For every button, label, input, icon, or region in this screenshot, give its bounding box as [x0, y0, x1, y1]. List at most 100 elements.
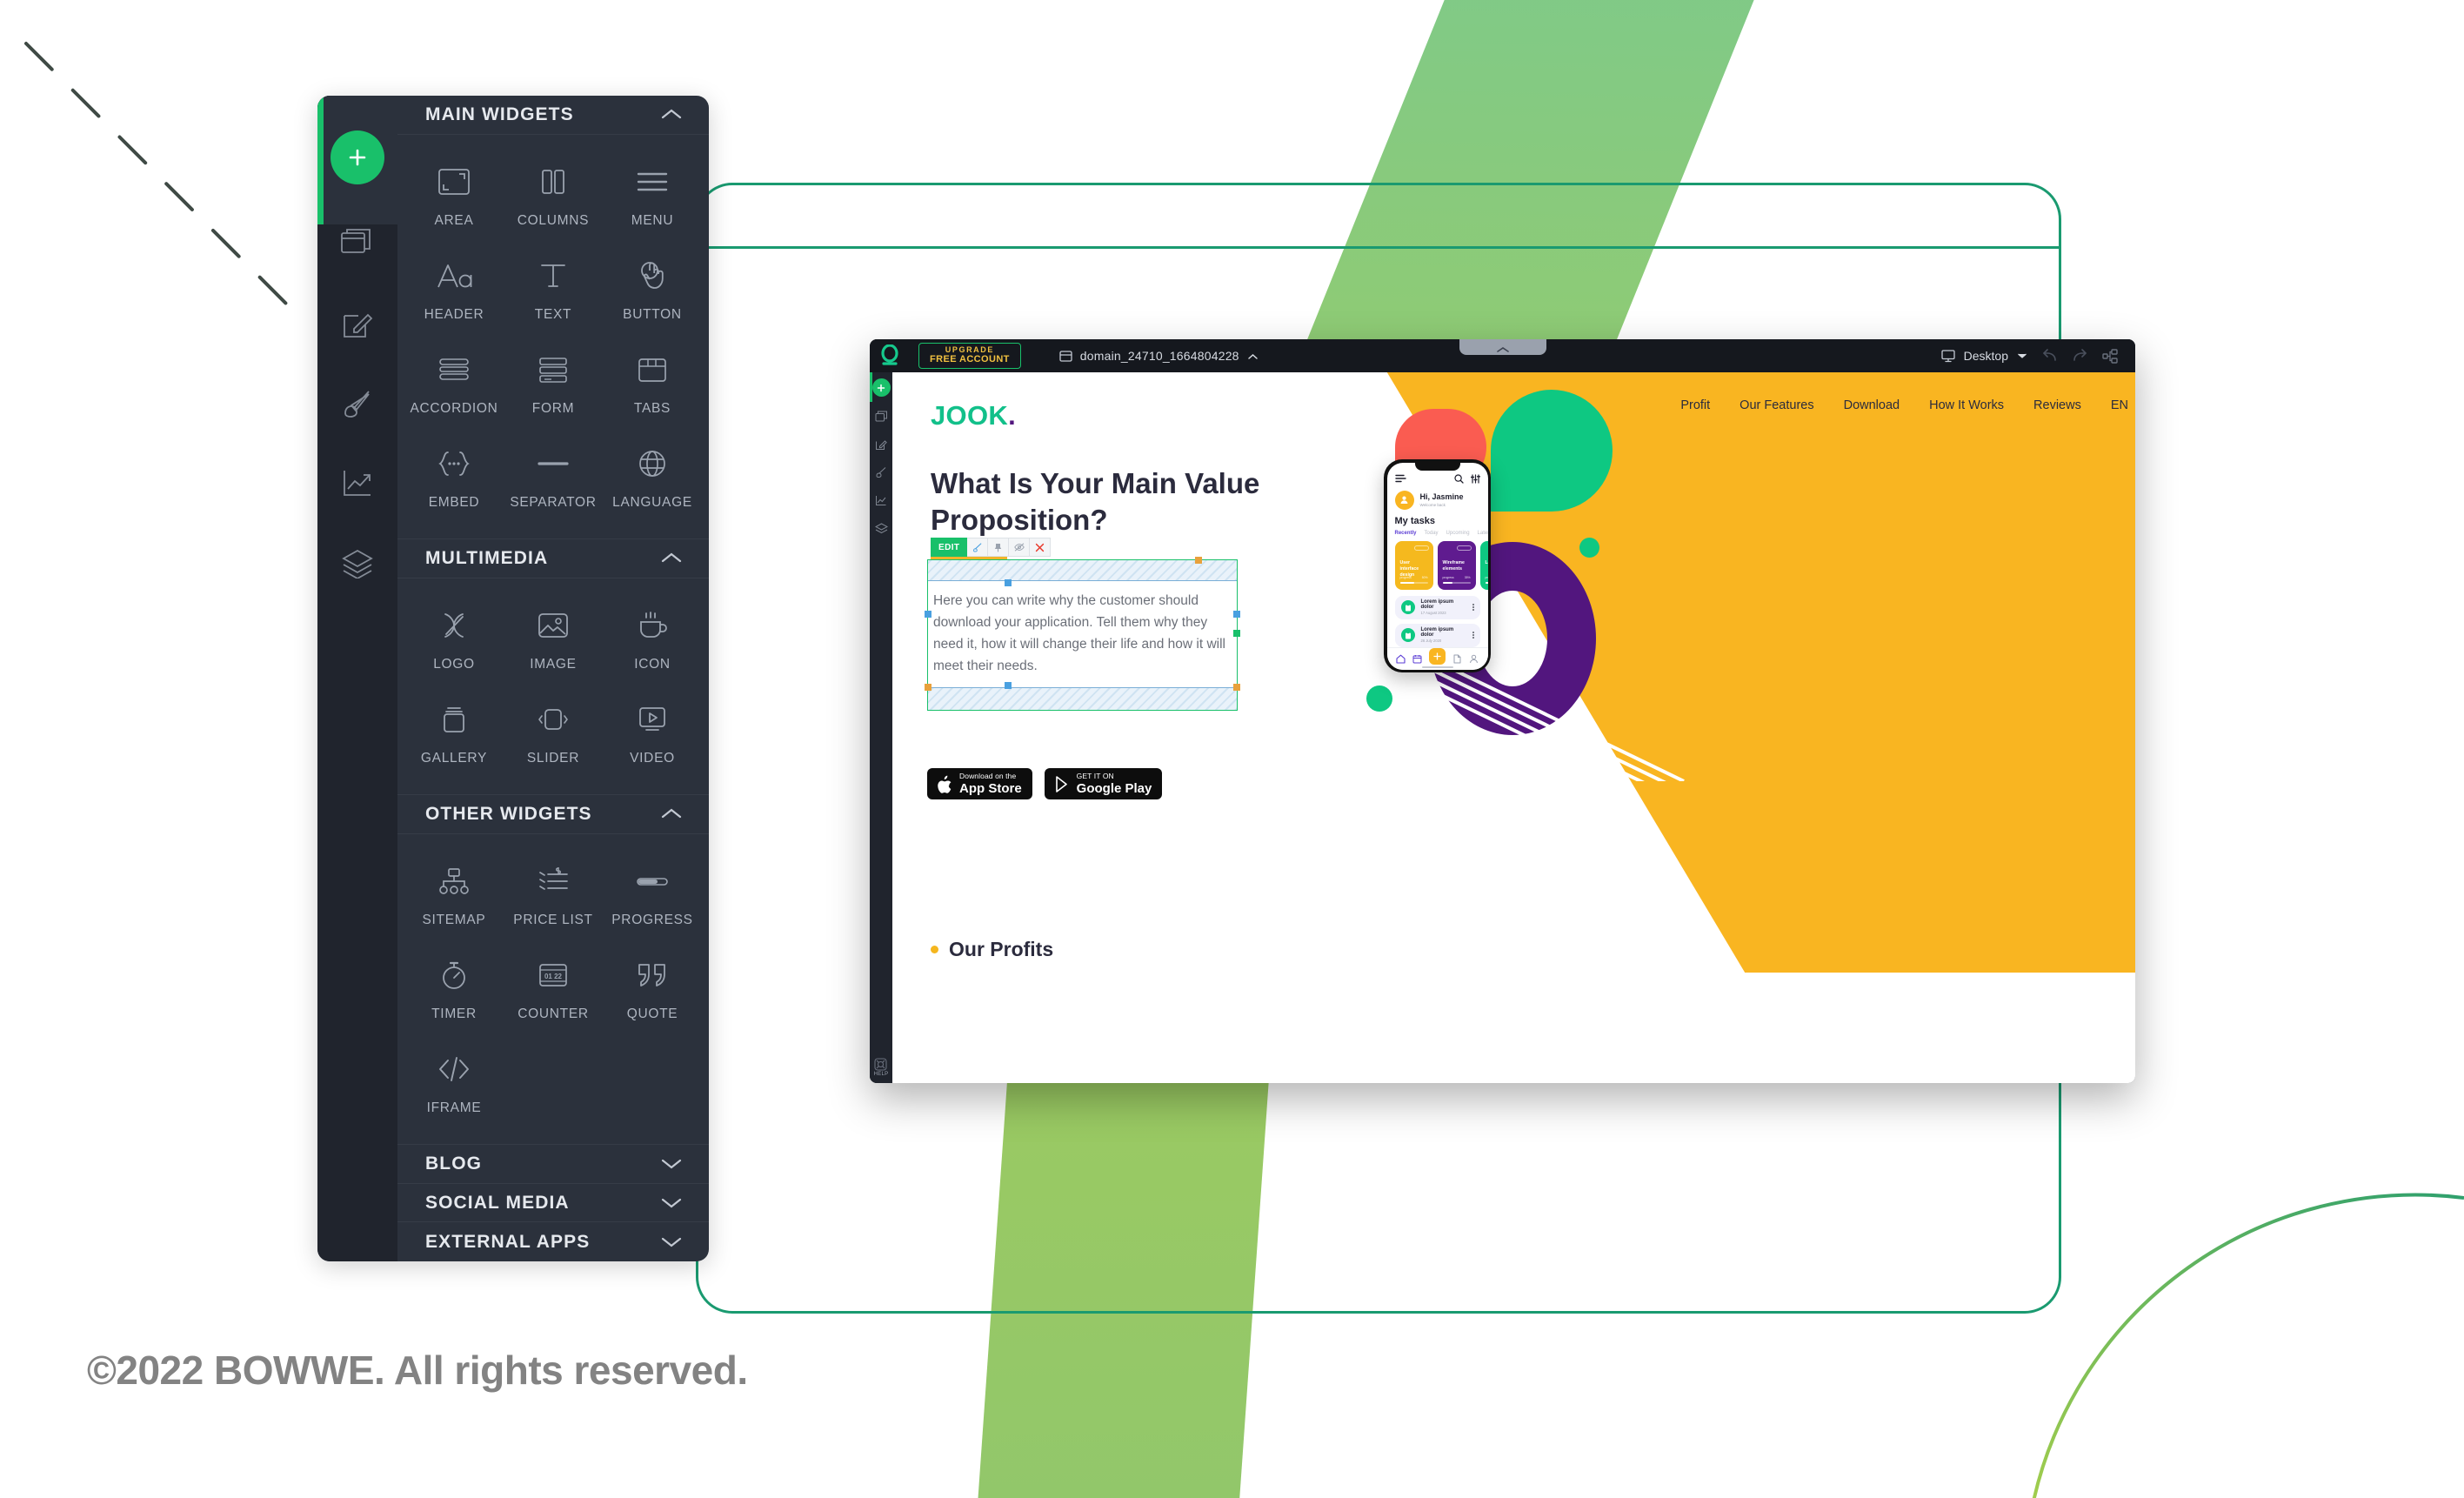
add-widget-button[interactable] — [331, 130, 384, 184]
collapse-toolbar-button[interactable] — [1459, 339, 1546, 355]
widget-embed[interactable]: EMBED — [404, 429, 504, 523]
resize-handle[interactable] — [1233, 611, 1240, 618]
phone-tab-recently[interactable]: Recently — [1395, 531, 1417, 536]
widget-tabs[interactable]: TABS — [603, 335, 702, 429]
widget-video[interactable]: VIDEO — [603, 685, 702, 779]
editor-rail-edit[interactable] — [873, 437, 889, 452]
widget-columns[interactable]: COLUMNS — [504, 147, 603, 241]
edit-button[interactable]: EDIT — [931, 538, 968, 557]
hero-body-text[interactable]: Here you can write why the customer shou… — [928, 581, 1237, 687]
widget-counter[interactable]: 01 22 COUNTER — [504, 940, 603, 1034]
pin-button[interactable] — [988, 538, 1010, 557]
widget-area[interactable]: AREA — [404, 147, 504, 241]
search-icon[interactable] — [1453, 473, 1464, 484]
widget-quote[interactable]: QUOTE — [603, 940, 702, 1034]
widget-accordion[interactable]: ACCORDION — [404, 335, 504, 429]
home-icon[interactable] — [1396, 654, 1406, 664]
hamburger-icon[interactable] — [1394, 474, 1406, 483]
resize-handle[interactable] — [1005, 682, 1012, 690]
resize-handle[interactable] — [1005, 579, 1012, 586]
nav-link-profit[interactable]: Profit — [1680, 398, 1710, 412]
device-selector[interactable]: Desktop — [1940, 349, 2027, 363]
google-play-badge[interactable]: GET IT ON Google Play — [1044, 768, 1163, 799]
widget-price-list[interactable]: PRICE LIST — [504, 846, 603, 940]
widget-timer[interactable]: TIMER — [404, 940, 504, 1034]
resize-handle[interactable] — [925, 611, 932, 618]
widget-iframe[interactable]: IFRAME — [404, 1034, 504, 1128]
nav-link-how-it-works[interactable]: How It Works — [1929, 398, 2004, 412]
filter-sliders-icon[interactable] — [1470, 473, 1480, 484]
app-store-badge[interactable]: Download on the App Store — [927, 768, 1032, 799]
resize-handle[interactable] — [1233, 684, 1240, 692]
undo-arrow-icon[interactable] — [2041, 349, 2058, 363]
editor-rail-layers[interactable] — [873, 520, 889, 536]
sidebar-item-analytics[interactable] — [337, 463, 378, 505]
style-button[interactable] — [967, 538, 989, 557]
editor-rail-analytics[interactable] — [873, 492, 889, 508]
section-header-social-media[interactable]: SOCIAL MEDIA — [397, 1184, 709, 1223]
widget-separator[interactable]: SEPARATOR — [504, 429, 603, 523]
phone-task-card[interactable]: Logo design progress 60% — [1479, 540, 1488, 590]
phone-task-card[interactable]: User interface design progress 50% — [1394, 540, 1433, 590]
widget-slider[interactable]: SLIDER — [504, 685, 603, 779]
site-logo[interactable]: JOOK. — [931, 400, 1016, 431]
widget-sitemap[interactable]: SITEMAP — [404, 846, 504, 940]
editor-rail-pages[interactable] — [873, 409, 889, 425]
widget-gallery[interactable]: GALLERY — [404, 685, 504, 779]
hero-heading[interactable]: What Is Your Main Value Proposition? — [931, 465, 1313, 538]
widget-image[interactable]: IMAGE — [504, 591, 603, 685]
phone-task-card[interactable]: Wireframe elements progress 35% — [1437, 540, 1476, 590]
kebab-menu-icon[interactable] — [1472, 604, 1474, 611]
profile-icon[interactable] — [1469, 654, 1479, 664]
widget-header[interactable]: HEADER — [404, 241, 504, 335]
text-widget-selection-box[interactable]: Here you can write why the customer shou… — [925, 557, 1240, 712]
widget-language[interactable]: LANGUAGE — [603, 429, 702, 523]
kebab-menu-icon[interactable] — [1472, 632, 1474, 639]
list-item[interactable]: Lorem ipsum dolor 26 July 2020 — [1394, 623, 1480, 647]
nav-link-language[interactable]: EN — [2111, 398, 2128, 412]
upgrade-account-button[interactable]: UPGRADE FREE ACCOUNT — [918, 342, 1021, 370]
section-header-other-widgets[interactable]: OTHER WIDGETS — [397, 795, 709, 834]
nav-link-download[interactable]: Download — [1844, 398, 1900, 412]
widget-icon[interactable]: ICON — [603, 591, 702, 685]
nav-link-our-features[interactable]: Our Features — [1739, 398, 1813, 412]
section-header-external-apps[interactable]: EXTERNAL APPS — [397, 1222, 709, 1261]
domain-selector[interactable]: domain_24710_1664804228 — [1059, 349, 1259, 363]
editor-add-button[interactable] — [871, 378, 891, 397]
widget-progress[interactable]: PROGRESS — [603, 846, 702, 940]
phone-tab-today[interactable]: Today — [1425, 531, 1439, 536]
website-canvas[interactable]: Profit Our Features Download How It Work… — [892, 372, 2135, 1083]
chevron-up-icon — [661, 110, 682, 119]
delete-button[interactable] — [1030, 538, 1052, 557]
sidebar-item-design[interactable] — [337, 383, 378, 425]
resize-handle[interactable] — [1233, 630, 1240, 637]
help-button[interactable]: HELP — [874, 1058, 889, 1077]
resize-handle[interactable] — [925, 684, 932, 692]
section-header-main-widgets[interactable]: MAIN WIDGETS — [397, 96, 709, 135]
widget-logo[interactable]: LOGO — [404, 591, 504, 685]
editor-rail-design[interactable] — [873, 465, 889, 480]
bowwe-logo[interactable] — [870, 344, 910, 367]
widget-menu[interactable]: MENU — [603, 147, 702, 241]
section-header-multimedia[interactable]: MULTIMEDIA — [397, 539, 709, 578]
sidebar-item-edit[interactable] — [337, 303, 378, 344]
phone-greeting-sub: Welcome back — [1419, 502, 1446, 507]
sidebar-item-pages[interactable] — [337, 223, 378, 264]
sidebar-item-layers[interactable] — [337, 543, 378, 585]
nav-link-reviews[interactable]: Reviews — [2033, 398, 2081, 412]
phone-add-task-button[interactable] — [1428, 647, 1446, 665]
document-icon[interactable] — [1452, 654, 1462, 664]
widget-form[interactable]: FORM — [504, 335, 603, 429]
resize-handle[interactable] — [1195, 557, 1202, 564]
our-profits-section[interactable]: Our Profits — [931, 938, 1053, 961]
phone-tab-upcoming[interactable]: Upcoming — [1446, 531, 1470, 536]
widget-button[interactable]: BUTTON — [603, 241, 702, 335]
hide-button[interactable] — [1009, 538, 1031, 557]
list-item[interactable]: Lorem ipsum dolor 17 August 2023 — [1394, 595, 1480, 619]
phone-tab-later[interactable]: Later — [1478, 531, 1488, 536]
section-header-blog[interactable]: BLOG — [397, 1145, 709, 1184]
calendar-icon[interactable] — [1412, 654, 1422, 664]
structure-tree-icon[interactable] — [2102, 348, 2118, 364]
widget-text[interactable]: TEXT — [504, 241, 603, 335]
redo-arrow-icon[interactable] — [2072, 349, 2088, 363]
